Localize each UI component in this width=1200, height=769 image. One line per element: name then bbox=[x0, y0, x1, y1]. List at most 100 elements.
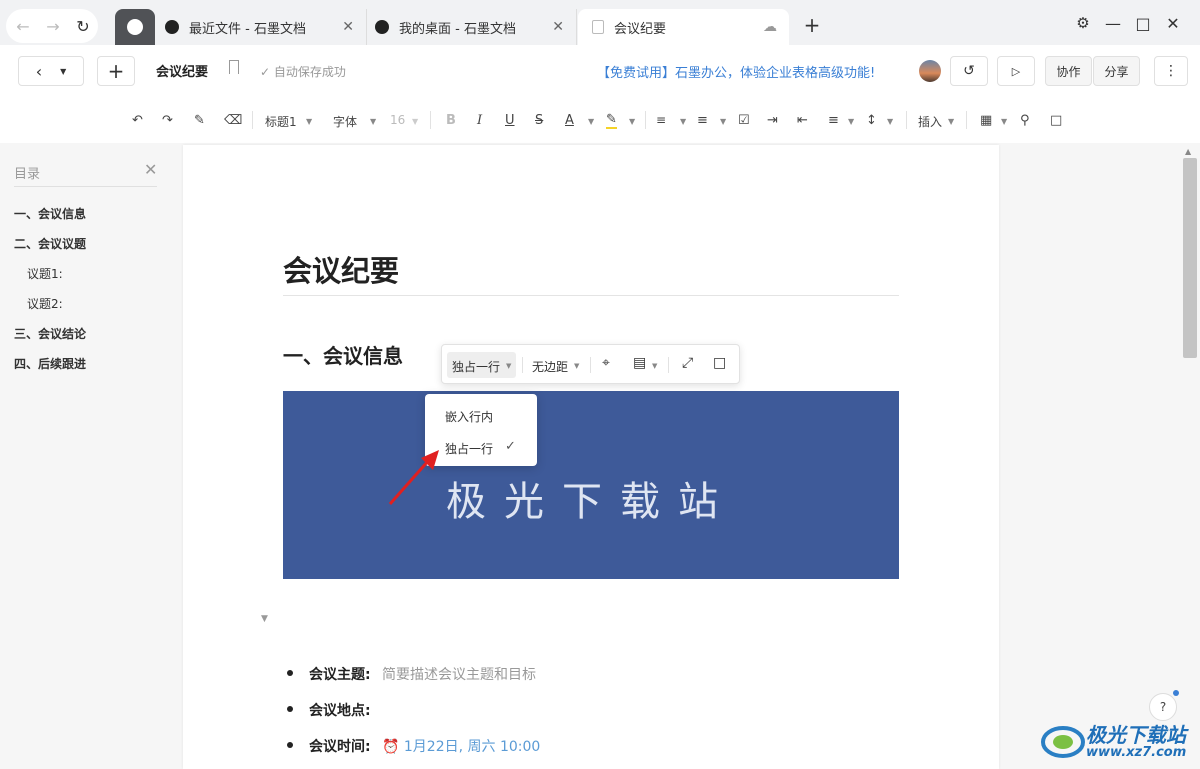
caret-down-icon: ▼ bbox=[412, 117, 419, 126]
tab-meeting-minutes[interactable]: 会议纪要 ☁ bbox=[578, 9, 789, 45]
bullet-label[interactable]: 会议时间: bbox=[309, 736, 371, 756]
date-chip[interactable]: ⏰ 1月22日, 周六 10:00 bbox=[382, 736, 540, 756]
font-size-select[interactable]: 16 bbox=[390, 113, 405, 127]
bullet-label[interactable]: 会议主题: bbox=[309, 664, 371, 684]
promo-link[interactable]: 【免费试用】石墨办公，体验企业表格高级功能! bbox=[597, 62, 875, 81]
caret-down-icon: ▼ bbox=[1001, 117, 1008, 126]
check-icon: ✓ bbox=[505, 439, 516, 454]
back-dropdown-button[interactable]: ‹ ▼ bbox=[18, 56, 84, 86]
back-icon[interactable]: ← bbox=[8, 9, 38, 43]
reload-icon[interactable]: ↻ bbox=[68, 9, 98, 43]
font-select[interactable]: 字体 bbox=[333, 113, 357, 130]
caret-down-icon: ▼ bbox=[306, 117, 313, 126]
dropdown-item-inline[interactable]: 嵌入行内 bbox=[445, 408, 493, 425]
close-icon[interactable]: ✕ bbox=[342, 19, 354, 35]
heading-select[interactable]: 标题1 bbox=[265, 113, 297, 130]
checkbox-icon[interactable]: ☑ bbox=[738, 113, 750, 128]
gear-icon[interactable]: ⚙ bbox=[1071, 14, 1095, 32]
scroll-up-icon[interactable]: ▲ bbox=[1185, 147, 1191, 156]
format-painter-icon[interactable]: ✎ bbox=[194, 113, 205, 128]
new-document-button[interactable]: + bbox=[97, 56, 135, 86]
history-button[interactable]: ↺ bbox=[950, 56, 988, 86]
dropdown-item-block[interactable]: 独占一行 bbox=[445, 440, 493, 457]
close-icon[interactable]: ✕ bbox=[144, 160, 157, 179]
avatar[interactable] bbox=[919, 60, 941, 82]
font-color-icon[interactable]: A bbox=[565, 113, 574, 128]
outdent-icon[interactable]: ⇤ bbox=[797, 113, 808, 128]
bullet-label[interactable]: 会议地点: bbox=[309, 700, 371, 720]
watermark-brand: 极光下载站 bbox=[1086, 723, 1186, 747]
caret-down-icon: ▼ bbox=[588, 117, 595, 126]
eraser-icon[interactable]: ⌫ bbox=[224, 113, 242, 128]
comment-icon[interactable]: □ bbox=[1050, 113, 1062, 128]
bold-icon[interactable]: B bbox=[446, 113, 456, 128]
italic-icon[interactable]: I bbox=[477, 113, 482, 128]
comment-icon[interactable]: □ bbox=[713, 355, 726, 371]
line-height-icon[interactable]: ↕ bbox=[866, 113, 877, 128]
new-tab-icon[interactable]: + bbox=[800, 13, 824, 37]
tab-recent-files[interactable]: 最近文件 - 石墨文档 ✕ bbox=[157, 9, 367, 45]
present-button[interactable]: ▷ bbox=[997, 56, 1035, 86]
image-icon[interactable]: ▤ bbox=[633, 355, 646, 371]
toc-item[interactable]: 二、会议议题 bbox=[14, 235, 86, 252]
ordered-list-icon[interactable]: ≡ bbox=[656, 113, 666, 127]
shimo-logo-icon bbox=[127, 19, 143, 35]
toc-item[interactable]: 议题2: bbox=[27, 295, 63, 312]
scrollbar-thumb[interactable] bbox=[1183, 158, 1197, 358]
help-button[interactable]: ? bbox=[1149, 693, 1177, 721]
collaborate-button[interactable]: 协作 bbox=[1045, 56, 1092, 86]
chevron-left-icon: ‹ bbox=[35, 61, 43, 81]
caret-down-icon: ▼ bbox=[60, 66, 67, 76]
align-icon[interactable]: ≡ bbox=[828, 113, 839, 128]
toc-item[interactable]: 议题1: bbox=[27, 265, 63, 282]
more-menu-button[interactable]: ⋮ bbox=[1154, 56, 1188, 86]
document-header: ‹ ▼ + 会议纪要 ✓ 自动保存成功 【免费试用】石墨办公，体验企业表格高级功… bbox=[0, 45, 1200, 98]
document-image[interactable]: 极光下载站 bbox=[283, 391, 899, 579]
toc-item[interactable]: 四、后续跟进 bbox=[14, 355, 86, 372]
share-button[interactable]: 分享 bbox=[1093, 56, 1140, 86]
strikethrough-icon[interactable]: S bbox=[535, 113, 543, 128]
indent-icon[interactable]: ⇥ bbox=[767, 113, 778, 128]
toc-item[interactable]: 三、会议结论 bbox=[14, 325, 86, 342]
check-circle-icon: ✓ bbox=[260, 65, 271, 79]
fullscreen-icon[interactable]: ⤢ bbox=[682, 355, 693, 371]
bullet-value[interactable]: 简要描述会议主题和目标 bbox=[382, 664, 536, 684]
minimize-icon[interactable]: — bbox=[1101, 14, 1125, 33]
home-tab-button[interactable] bbox=[115, 9, 155, 45]
insert-menu[interactable]: 插入 bbox=[918, 113, 942, 130]
document-heading[interactable]: 会议纪要 bbox=[283, 248, 399, 290]
notification-dot bbox=[1173, 690, 1179, 696]
highlight-icon[interactable]: ✎ bbox=[606, 113, 617, 129]
underline-icon[interactable]: U bbox=[505, 113, 515, 128]
divider bbox=[668, 357, 669, 373]
format-toolbar: ↶ ↷ ✎ ⌫ 标题1 ▼ 字体 ▼ 16 ▼ B I U S A ▼ ✎ ▼ … bbox=[0, 97, 1200, 143]
forward-icon[interactable]: → bbox=[38, 9, 68, 43]
divider bbox=[430, 111, 431, 129]
maximize-icon[interactable]: □ bbox=[1131, 14, 1155, 33]
layout-select[interactable]: 独占一行 bbox=[452, 358, 500, 375]
document-title[interactable]: 会议纪要 bbox=[156, 61, 208, 80]
tab-my-desktop[interactable]: 我的桌面 - 石墨文档 ✕ bbox=[367, 9, 577, 45]
crop-icon[interactable]: ⌖ bbox=[602, 355, 610, 371]
watermark-logo-icon bbox=[1041, 726, 1085, 758]
toc-item[interactable]: 一、会议信息 bbox=[14, 205, 86, 222]
margin-select[interactable]: 无边距 bbox=[532, 358, 568, 375]
image-toolbar: 独占一行 ▼ 无边距 ▼ ⌖ ▤ ▼ ⤢ □ bbox=[441, 344, 740, 384]
collapse-caret-icon[interactable]: ▼ bbox=[261, 614, 268, 624]
close-icon[interactable]: ✕ bbox=[552, 19, 564, 35]
bullet-list-icon[interactable]: ≡ bbox=[697, 113, 708, 128]
grid-icon[interactable]: ▦ bbox=[980, 113, 992, 128]
caret-down-icon: ▼ bbox=[506, 362, 512, 370]
help-icon: ? bbox=[1159, 700, 1167, 714]
find-icon[interactable]: ⚲ bbox=[1020, 113, 1030, 128]
divider bbox=[906, 111, 907, 129]
section-heading[interactable]: 一、会议信息 bbox=[283, 340, 403, 369]
divider bbox=[966, 111, 967, 129]
shimo-logo-icon bbox=[375, 20, 389, 34]
bookmark-icon[interactable] bbox=[229, 60, 239, 74]
redo-icon[interactable]: ↷ bbox=[162, 113, 173, 128]
close-window-icon[interactable]: ✕ bbox=[1161, 14, 1185, 33]
undo-icon[interactable]: ↶ bbox=[132, 113, 143, 128]
pointer-arrow-icon bbox=[388, 450, 439, 505]
cloud-icon: ☁ bbox=[763, 19, 777, 35]
